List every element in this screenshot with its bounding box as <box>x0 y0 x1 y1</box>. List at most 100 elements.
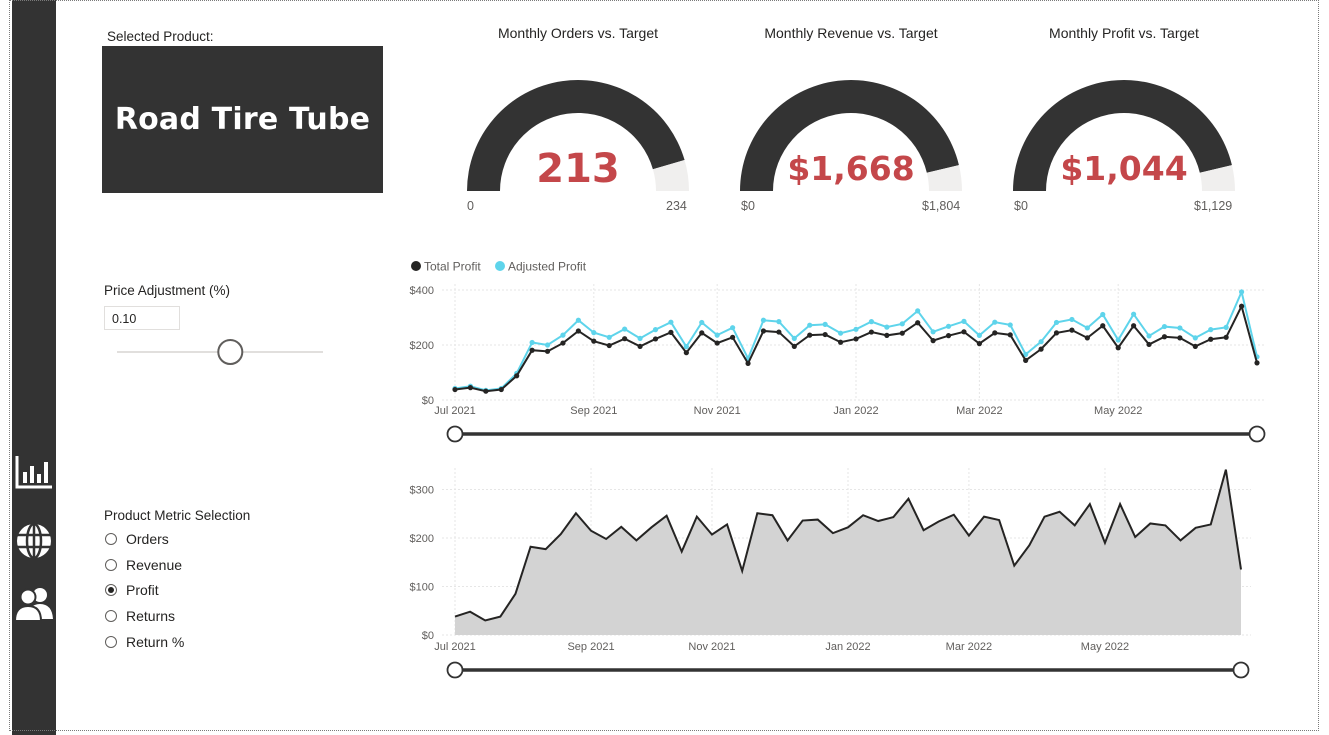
gauge-profit-value: $1,044 <box>1060 149 1188 188</box>
data-point <box>575 328 581 334</box>
data-point <box>1208 327 1214 333</box>
range-slider-end-handle[interactable] <box>1248 425 1266 443</box>
data-point <box>837 330 844 336</box>
users-icon[interactable] <box>12 584 56 624</box>
x-tick-label: Nov 2021 <box>694 405 741 417</box>
gauge-revenue-max: $1,804 <box>922 199 961 213</box>
data-point <box>1023 357 1029 363</box>
globe-icon[interactable] <box>12 521 56 561</box>
data-point <box>1238 289 1245 295</box>
data-point <box>853 326 859 332</box>
data-point <box>1084 335 1090 341</box>
range-slider-start-handle[interactable] <box>446 425 464 443</box>
data-point <box>776 329 782 335</box>
data-point <box>899 330 905 336</box>
data-point <box>668 319 674 325</box>
slider-thumb[interactable] <box>217 339 244 365</box>
data-point <box>822 331 828 338</box>
data-point <box>930 329 936 335</box>
y-tick-label: $200 <box>410 340 434 352</box>
range-slider-start-handle[interactable] <box>446 661 464 679</box>
data-point <box>622 326 628 332</box>
y-tick-label: $0 <box>422 395 434 407</box>
profit-area-chart: $0 $100 $200 $300 Jul 2021 Sep 2021 Nov 2021 Ja… <box>410 468 1251 679</box>
data-point <box>1131 323 1137 329</box>
data-point <box>1053 330 1060 336</box>
data-point <box>1100 311 1106 318</box>
data-point <box>837 339 844 345</box>
data-point <box>976 341 982 347</box>
data-point <box>452 386 458 393</box>
data-point <box>467 385 474 391</box>
data-point <box>884 324 890 330</box>
gauge-profit-min: $0 <box>1014 199 1028 213</box>
y-tick-label: $400 <box>410 285 434 297</box>
radio-dot[interactable] <box>105 584 117 596</box>
metric-selection-label: Product Metric Selection <box>104 508 251 523</box>
data-point <box>730 334 736 340</box>
data-point <box>683 350 689 356</box>
data-point <box>853 336 859 342</box>
data-point <box>730 325 736 331</box>
price-adjustment-input[interactable]: 0.10 <box>104 306 180 330</box>
data-point <box>1007 332 1013 338</box>
data-point <box>1192 335 1198 341</box>
y-tick-label: $0 <box>422 630 434 642</box>
y-tick-label: $300 <box>410 485 434 497</box>
radio-profit[interactable]: Profit <box>105 582 159 598</box>
radio-dot[interactable] <box>105 636 117 648</box>
data-point <box>992 330 998 336</box>
data-point <box>899 321 905 327</box>
data-point <box>945 323 952 329</box>
data-point <box>668 329 674 335</box>
x-tick-label: Sep 2021 <box>567 641 614 653</box>
radio-label: Revenue <box>126 557 183 573</box>
radio-label: Returns <box>126 608 176 624</box>
data-point <box>868 319 875 325</box>
data-point <box>961 329 967 335</box>
data-point <box>714 332 720 338</box>
data-point <box>791 335 797 341</box>
price-adjustment-slider[interactable] <box>112 338 328 368</box>
profit-line-chart: Total Profit Adjusted Profit $0 $200 $400 Jul… <box>410 260 1266 443</box>
data-point <box>1131 311 1137 317</box>
x-tick-label: Jul 2021 <box>434 405 476 417</box>
data-point <box>683 344 689 350</box>
x-tick-label: May 2022 <box>1081 641 1129 653</box>
radio-orders[interactable]: Orders <box>105 531 169 547</box>
x-tick-label: Sep 2021 <box>570 405 617 417</box>
data-point <box>1223 334 1229 340</box>
data-point <box>714 340 720 346</box>
radio-dot[interactable] <box>105 533 117 545</box>
data-point <box>529 339 535 346</box>
data-point <box>776 319 782 325</box>
radio-return-pct[interactable]: Return % <box>105 634 184 650</box>
data-point <box>1208 336 1214 342</box>
data-point <box>637 335 643 341</box>
legend-marker <box>411 261 421 271</box>
data-point <box>560 340 566 346</box>
data-point <box>1053 319 1060 326</box>
x-tick-label: Jul 2021 <box>434 641 476 653</box>
bar-chart-icon[interactable] <box>12 452 56 492</box>
price-adjustment-label: Price Adjustment (%) <box>104 283 231 298</box>
data-point <box>760 328 767 334</box>
data-point <box>1161 323 1168 330</box>
data-point <box>992 319 998 325</box>
radio-dot[interactable] <box>105 610 117 622</box>
y-tick-label: $100 <box>410 582 434 594</box>
range-slider-end-handle[interactable] <box>1232 661 1250 679</box>
data-point <box>498 386 504 393</box>
data-point <box>483 388 489 394</box>
x-tick-label: Mar 2022 <box>956 405 1002 417</box>
radio-revenue[interactable]: Revenue <box>105 557 182 573</box>
data-point <box>591 338 597 344</box>
data-point <box>606 342 612 349</box>
data-point <box>1100 323 1106 329</box>
gauge-profit-max: $1,129 <box>1194 199 1233 213</box>
radio-returns[interactable]: Returns <box>105 608 175 624</box>
radio-dot[interactable] <box>105 559 117 571</box>
data-point <box>961 318 967 324</box>
x-tick-label: Nov 2021 <box>688 641 735 653</box>
data-point <box>699 319 705 326</box>
